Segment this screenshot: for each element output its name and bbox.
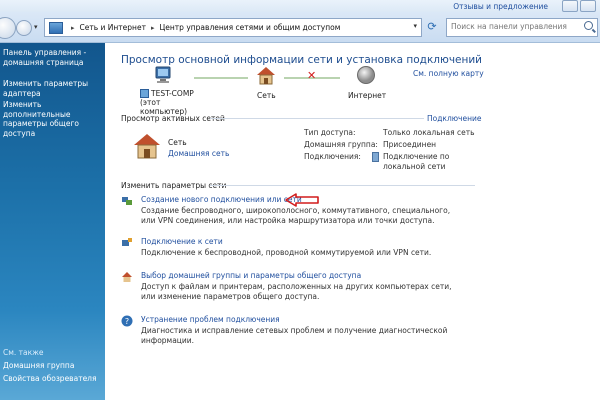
access-type-label: Тип доступа: [304,128,356,137]
homegroup-options-desc: Доступ к файлам и принтерам, расположенн… [141,282,452,301]
connections-label: Подключения: [304,152,361,161]
title-bar: Отзывы и предложение [0,0,600,12]
lan-connection-link-line1[interactable]: Подключение по [383,152,449,161]
computer-name: TEST-COMP [151,89,194,98]
globe-icon [357,66,375,84]
section-divider [210,118,424,119]
chevron-right-icon[interactable]: ▸ [151,24,155,32]
breadcrumb-network-internet[interactable]: Сеть и Интернет [80,23,146,32]
connect-network-desc: Подключение к беспроводной, проводной ко… [141,248,432,257]
maximize-button[interactable] [580,0,596,12]
network-type-link[interactable]: Домашняя сеть [168,149,229,158]
network-task-icon [122,197,132,205]
new-connection-link[interactable]: Создание нового подключения или сети [141,195,302,204]
window-controls [562,0,596,12]
access-type-value: Только локальная сеть [383,128,475,137]
map-node-computer[interactable] [138,65,188,87]
minimize-button[interactable] [562,0,578,12]
lan-icon [372,152,379,162]
address-bar[interactable]: ▸ Сеть и Интернет ▸ Центр управления сет… [44,18,422,37]
homegroup-link[interactable]: Присоединен [383,140,436,149]
computer-small-icon [140,89,149,98]
sidebar: Панель управления - домашняя страница Из… [0,43,105,400]
search-icon[interactable] [584,21,593,30]
house-icon [134,134,160,159]
computer-label: TEST-COMP (этот компьютер) [140,89,200,116]
full-map-link[interactable]: См. полную карту [413,69,484,78]
section-divider [210,185,475,186]
back-button[interactable] [0,17,16,39]
homegroup-icon [122,272,132,282]
sidebar-link-adapter-settings[interactable]: Изменить параметры адаптера [3,79,88,98]
chevron-right-icon[interactable]: ▸ [71,24,75,32]
map-node-network[interactable] [253,65,279,87]
svg-text:?: ? [125,317,129,326]
task-homegroup[interactable]: Выбор домашней группы и параметры общего… [121,271,481,307]
troubleshoot-desc: Диагностика и исправление сетевых пробле… [141,326,448,345]
network-label: Сеть [257,91,276,100]
new-connection-desc: Создание беспроводного, широкополосного,… [141,206,451,225]
connection-line [194,77,248,79]
search-field[interactable] [446,18,598,37]
computer-icon [155,66,171,83]
feedback-link[interactable]: Отзывы и предложение [453,2,548,11]
help-icon: ? [121,315,133,327]
active-network-name: Сеть [168,138,187,147]
forward-button[interactable] [16,20,32,36]
sidebar-link-internet-options[interactable]: Свойства обозревателя [3,374,96,384]
history-dropdown-icon[interactable]: ▾ [34,23,38,31]
house-icon [257,67,275,85]
breadcrumb-network-center[interactable]: Центр управления сетями и общим доступом [159,23,340,32]
address-dropdown-icon[interactable]: ▾ [413,22,417,30]
search-input[interactable] [447,19,583,34]
homegroup-options-link[interactable]: Выбор домашней группы и параметры общего… [141,271,361,280]
task-troubleshoot[interactable]: ? Устранение проблем подключения Диагнос… [121,315,481,345]
connect-icon [122,238,132,246]
refresh-icon[interactable]: ⟳ [425,20,439,34]
control-panel-icon [49,21,63,34]
main-content: Просмотр основной информации сети и уста… [106,43,600,400]
sidebar-link-control-panel-home[interactable]: Панель управления - домашняя страница [3,48,86,67]
sidebar-link-homegroup[interactable]: Домашняя группа [3,361,74,371]
map-node-internet[interactable] [353,65,379,87]
connect-network-link[interactable]: Подключение к сети [141,237,223,246]
sidebar-link-advanced-sharing[interactable]: Изменить дополнительные параметры общего… [3,100,105,138]
navigation-bar: ▾ ▸ Сеть и Интернет ▸ Центр управления с… [0,12,600,43]
troubleshoot-link[interactable]: Устранение проблем подключения [141,315,280,324]
annotation-arrow-icon [285,193,319,207]
internet-label: Интернет [348,91,387,100]
lan-connection-link-line2[interactable]: локальной сети [383,162,445,171]
no-connection-icon: ✕ [307,69,317,82]
see-also-heading: См. также [3,348,44,357]
task-connect-network[interactable]: Подключение к сети Подключение к беспров… [121,237,481,265]
homegroup-label: Домашняя группа: [304,140,378,149]
connect-disconnect-link[interactable]: Подключение [427,114,482,123]
